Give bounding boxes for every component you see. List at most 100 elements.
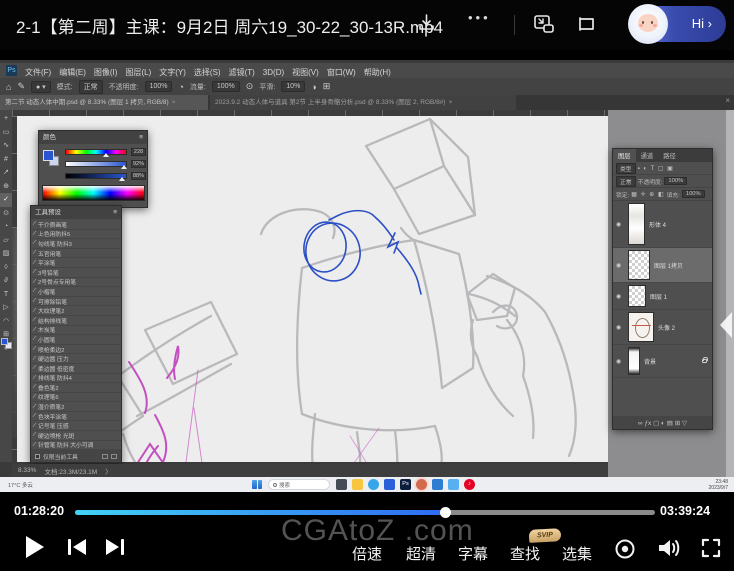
ps-menu-item[interactable]: 帮助(H) bbox=[364, 68, 391, 77]
tool-preset-item[interactable]: ∕ 针管笔 防抖 大小可调 bbox=[31, 441, 121, 450]
current-tool-only-checkbox[interactable] bbox=[35, 454, 40, 459]
layer-filter-icons[interactable]: ▪ ◐ T ▢ ▣ bbox=[638, 165, 674, 172]
layer-row[interactable]: ◉ 形体 4 bbox=[613, 201, 712, 248]
tool-preset-item[interactable]: ∕ 小楷笔 bbox=[31, 287, 121, 297]
visibility-eye-icon[interactable]: ◉ bbox=[616, 221, 624, 228]
ps-tool-icon[interactable]: ▭ bbox=[0, 126, 12, 140]
ps-tool-icon[interactable]: ∿ bbox=[0, 139, 12, 153]
tool-preset-item[interactable]: ∕ 勾线笔 防抖3 bbox=[31, 239, 121, 249]
ps-menu-item[interactable]: 图层(L) bbox=[125, 68, 151, 77]
ps-menu-item[interactable]: 滤镜(T) bbox=[229, 68, 255, 77]
taskbar-app-icon[interactable] bbox=[432, 479, 443, 490]
ps-menu-item[interactable]: 文件(F) bbox=[25, 68, 51, 77]
taskbar-app-icon[interactable] bbox=[336, 479, 347, 490]
brightness-slider[interactable] bbox=[65, 173, 127, 179]
document-tab-inactive[interactable]: 2023.9.2 动态人体与道具 第2节 上半身骨骼分析.psd @ 8.33%… bbox=[210, 95, 516, 110]
brush-tool-icon[interactable]: ✎ bbox=[17, 81, 25, 92]
mini-window-icon[interactable] bbox=[576, 14, 596, 39]
document-tab-active[interactable]: 第二节 动态人体中期.psd @ 8.33% (图层 1 拷贝, RGB/8)× bbox=[0, 95, 208, 110]
close-tab-icon[interactable]: × bbox=[172, 99, 176, 106]
zoom-level[interactable]: 8.33% bbox=[18, 467, 36, 474]
new-preset-icon[interactable] bbox=[102, 454, 108, 459]
color-swatches[interactable] bbox=[43, 150, 59, 166]
ps-tool-icon[interactable]: + bbox=[0, 112, 12, 126]
layer-row[interactable]: ◉ 头像 2 bbox=[613, 310, 712, 345]
tool-preset-item[interactable]: ∕ 小圆笔 bbox=[31, 335, 121, 345]
symmetry-icon[interactable]: ⊞ bbox=[323, 81, 331, 92]
flow-select[interactable]: 100% bbox=[212, 81, 240, 92]
tool-preset-item[interactable]: ∕ 木炭笔 bbox=[31, 326, 121, 336]
brush-preset-picker[interactable]: ● ▾ bbox=[31, 81, 51, 93]
ps-tool-icon[interactable]: ↗ bbox=[0, 166, 12, 180]
collapse-sidebar-chevron-icon[interactable] bbox=[720, 312, 732, 338]
foreground-background-swatches[interactable] bbox=[1, 338, 12, 349]
ps-tool-icon[interactable]: ▷ bbox=[0, 301, 12, 315]
layer-row[interactable]: ◉ 图层 1拷贝 bbox=[613, 248, 712, 283]
task-view-icon[interactable] bbox=[252, 480, 262, 489]
fullscreen-icon[interactable] bbox=[701, 538, 721, 563]
tool-preset-item[interactable]: ∕ 记号笔 压感 bbox=[31, 421, 121, 431]
tool-preset-item[interactable]: ∕ 硬边喷枪 光斑 bbox=[31, 431, 121, 441]
saturation-slider[interactable] bbox=[65, 161, 127, 167]
ps-menu-item[interactable]: 窗口(W) bbox=[327, 68, 356, 77]
more-menu-icon[interactable]: ••• bbox=[468, 10, 491, 25]
download-icon[interactable] bbox=[418, 14, 435, 36]
ps-menu-item[interactable]: 图像(I) bbox=[94, 68, 118, 77]
panel-tab[interactable]: 路径 bbox=[658, 149, 681, 162]
tool-preset-item[interactable]: ∕ 喷枪柔边2 bbox=[31, 345, 121, 355]
tool-preset-item[interactable]: ∕ 叠色笔2 bbox=[31, 383, 121, 393]
close-icon[interactable]: × bbox=[725, 96, 730, 105]
weather-widget[interactable]: 17°C 多云 bbox=[8, 481, 33, 489]
volume-icon[interactable] bbox=[656, 536, 682, 565]
tool-preset-item[interactable]: ∕ 可擦除铅笔 bbox=[31, 297, 121, 307]
color-spectrum[interactable] bbox=[42, 185, 145, 201]
tool-preset-item[interactable]: ∕ 结构排线笔 bbox=[31, 316, 121, 326]
smoothing-select[interactable]: 10% bbox=[281, 81, 305, 92]
taskbar-app-icon[interactable]: ♪ bbox=[464, 479, 475, 490]
speed-button[interactable]: 倍速 bbox=[352, 543, 382, 564]
ps-tool-icon[interactable]: # bbox=[0, 153, 12, 167]
record-target-icon[interactable] bbox=[614, 538, 636, 565]
tool-preset-item[interactable]: ∕ 纹理笔6 bbox=[31, 393, 121, 403]
account-pill[interactable]: Hi › bbox=[630, 6, 726, 42]
layer-filter-select[interactable]: 类型 bbox=[616, 163, 636, 174]
lock-icons[interactable]: ▦ ✛ ⊕ ◧ bbox=[631, 191, 664, 198]
panel-tab[interactable]: 图层 bbox=[613, 149, 636, 162]
ps-tool-icon[interactable]: ⊙ bbox=[0, 207, 12, 221]
quality-button[interactable]: 超清 bbox=[406, 543, 436, 564]
delete-preset-icon[interactable] bbox=[111, 454, 117, 459]
episodes-button[interactable]: 选集 bbox=[562, 543, 592, 564]
taskbar-app-icon[interactable] bbox=[416, 479, 427, 490]
taskbar-app-icon[interactable]: Ps bbox=[400, 479, 411, 490]
hue-slider[interactable] bbox=[65, 149, 127, 155]
ps-tool-icon[interactable]: ✓ bbox=[0, 193, 12, 207]
system-tray-clock[interactable]: 23:48 2023/9/7 bbox=[709, 479, 728, 491]
panel-tab[interactable]: 通道 bbox=[636, 149, 659, 162]
layer-row[interactable]: ◉ 背景 bbox=[613, 345, 712, 378]
pressure-size-icon[interactable]: ◑ bbox=[311, 82, 316, 92]
opacity-select[interactable]: 100% bbox=[145, 81, 173, 92]
tool-preset-item[interactable]: ∕ 大纹理笔2 bbox=[31, 306, 121, 316]
picture-in-picture-icon[interactable] bbox=[533, 14, 555, 39]
video-content[interactable]: Ps 文件(F)编辑(E)图像(I)图层(L)文字(Y)选择(S)滤镜(T)3D… bbox=[0, 60, 734, 492]
ps-tool-icon[interactable]: ◠ bbox=[0, 315, 12, 329]
visibility-eye-icon[interactable]: ◉ bbox=[616, 324, 624, 331]
ps-tool-icon[interactable]: ◊ bbox=[0, 261, 12, 275]
layers-panel-footer-icons[interactable]: ∞ ƒx ▢ ◐ ▤ ⊞ ▽ bbox=[613, 416, 712, 429]
visibility-eye-icon[interactable]: ◉ bbox=[616, 358, 624, 365]
tool-preset-item[interactable]: ∕ 2号骨点专用笔 bbox=[31, 278, 121, 288]
ps-menu-item[interactable]: 选择(S) bbox=[194, 68, 221, 77]
ps-tool-icon[interactable]: ▱ bbox=[0, 234, 12, 248]
status-arrow-icon[interactable]: 〉 bbox=[105, 466, 112, 476]
ps-tool-icon[interactable]: ◔ bbox=[0, 220, 12, 234]
fill-select[interactable]: 100% bbox=[682, 190, 705, 198]
ps-tool-icon[interactable]: ∂ bbox=[0, 274, 12, 288]
tool-preset-item[interactable]: ∕ 上色用防抖5 bbox=[31, 230, 121, 240]
tool-preset-item[interactable]: ∕ 色块平涂笔 bbox=[31, 412, 121, 422]
saturation-value[interactable]: 92% bbox=[131, 160, 146, 168]
tool-preset-item[interactable]: ∕ 柔边圆 低密度 bbox=[31, 364, 121, 374]
ps-menu-item[interactable]: 视图(V) bbox=[292, 68, 319, 77]
ps-menu-item[interactable]: 编辑(E) bbox=[59, 68, 86, 77]
tool-preset-item[interactable]: ∕ 湿介质笔2 bbox=[31, 402, 121, 412]
taskbar-search[interactable]: 搜索 bbox=[268, 479, 330, 490]
